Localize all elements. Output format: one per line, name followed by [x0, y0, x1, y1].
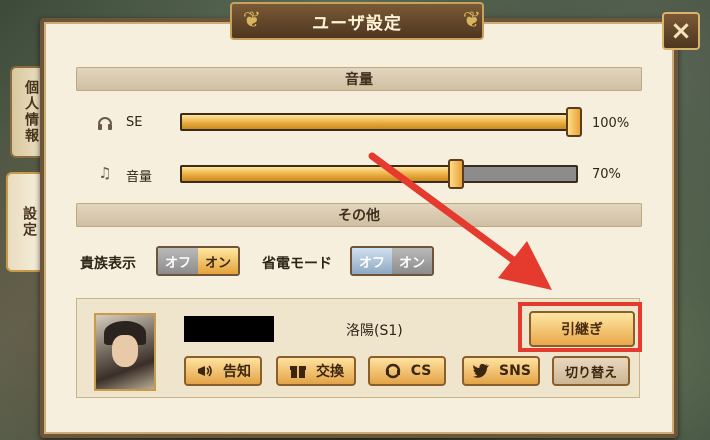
- title-ornament-left-icon: ❦: [242, 7, 262, 33]
- noble-display-toggle[interactable]: オフ オン: [156, 246, 241, 276]
- se-value: 100%: [592, 116, 630, 131]
- notice-label: 告知: [223, 364, 251, 380]
- switch-label: 切り替え: [564, 365, 617, 381]
- close-button[interactable]: ×: [662, 12, 700, 50]
- section-header-volume: 音量: [76, 67, 642, 91]
- music-value: 70%: [592, 167, 621, 182]
- headphones-icon: [96, 114, 114, 132]
- tab-settings-label: 設定: [21, 206, 37, 238]
- close-icon: ×: [670, 16, 692, 46]
- cs-button[interactable]: CS: [368, 356, 446, 386]
- support-headset-icon: [383, 361, 403, 381]
- sns-label: SNS: [499, 363, 531, 379]
- se-label: SE: [126, 115, 143, 130]
- music-label: 音量: [126, 170, 153, 185]
- twitter-bird-icon: [471, 361, 491, 381]
- exchange-button[interactable]: 交換: [276, 356, 356, 386]
- power-save-off[interactable]: オフ: [352, 248, 393, 274]
- player-name-redacted: [184, 316, 274, 342]
- se-slider[interactable]: [180, 113, 578, 131]
- tab-profile-label: 個人情報: [23, 80, 39, 144]
- exchange-label: 交換: [316, 364, 344, 380]
- music-slider-fill: [182, 167, 458, 181]
- gift-icon: [288, 361, 308, 381]
- avatar: [94, 313, 156, 391]
- power-save-label: 省電モード: [262, 256, 332, 272]
- server-name: 洛陽(S1): [346, 323, 403, 339]
- title-ornament-right-icon: ❦: [462, 7, 482, 33]
- noble-display-off[interactable]: オフ: [158, 248, 199, 274]
- noble-display-on[interactable]: オン: [198, 248, 239, 274]
- music-slider[interactable]: [180, 165, 578, 183]
- megaphone-icon: [195, 361, 215, 381]
- switch-account-button[interactable]: 切り替え: [552, 356, 630, 386]
- noble-display-label: 貴族表示: [80, 256, 136, 272]
- sns-button[interactable]: SNS: [462, 356, 540, 386]
- section-header-other: その他: [76, 203, 642, 227]
- se-slider-handle[interactable]: [566, 107, 582, 137]
- se-slider-fill: [182, 115, 576, 129]
- transfer-button[interactable]: 引継ぎ: [529, 311, 635, 347]
- music-slider-handle[interactable]: [448, 159, 464, 189]
- power-save-toggle[interactable]: オフ オン: [350, 246, 435, 276]
- cs-label: CS: [410, 363, 432, 379]
- music-note-icon: ♫: [98, 164, 112, 182]
- power-save-on[interactable]: オン: [392, 248, 433, 274]
- notice-button[interactable]: 告知: [184, 356, 262, 386]
